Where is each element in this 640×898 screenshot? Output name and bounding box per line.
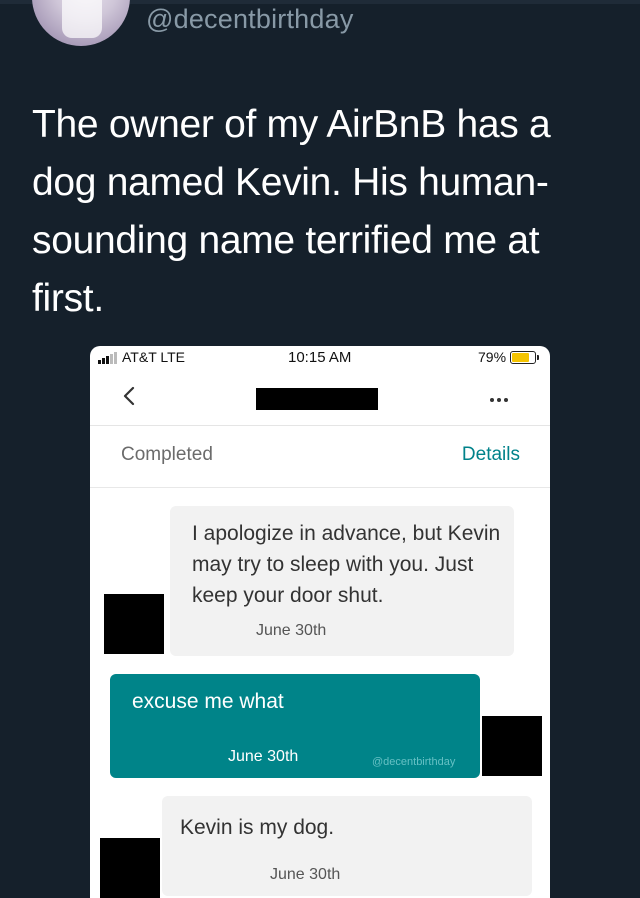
carrier-label: AT&T LTE	[122, 349, 186, 365]
avatar-figure	[62, 0, 102, 38]
watermark: @decentbirthday	[372, 756, 456, 768]
redacted-host-avatar	[100, 838, 160, 898]
message-bubble-host-1: I apologize in advance, but Kevin may tr…	[170, 506, 514, 656]
message-date: June 30th	[256, 622, 327, 639]
reservation-status-row	[90, 426, 550, 488]
battery-fill	[512, 353, 530, 362]
user-handle[interactable]: @decentbirthday	[146, 4, 354, 35]
battery-percent: 79%	[478, 349, 507, 365]
message-text: excuse me what	[132, 690, 284, 713]
embedded-screenshot[interactable]: AT&T LTE 10:15 AM 79% I apologize in adv…	[90, 346, 550, 898]
ellipsis-icon[interactable]	[490, 398, 508, 402]
clock: 10:15 AM	[288, 349, 352, 366]
message-bubble-guest: excuse me what June 30th @decentbirthday	[110, 674, 480, 778]
message-date: June 30th	[228, 748, 299, 765]
phone-status-bar: AT&T LTE 10:15 AM 79%	[90, 346, 550, 370]
redacted-guest-avatar	[482, 716, 542, 776]
conversation-nav-bar	[90, 370, 550, 426]
chevron-left-icon[interactable]	[118, 384, 142, 408]
message-date: June 30th	[270, 866, 341, 883]
avatar[interactable]	[32, 0, 130, 46]
message-text: Kevin is my dog.	[180, 816, 335, 839]
signal-icon	[98, 352, 117, 364]
redacted-host-avatar	[104, 594, 164, 654]
battery-tip	[537, 355, 539, 360]
battery-icon	[510, 351, 536, 364]
message-bubble-host-2: Kevin is my dog. June 30th	[162, 796, 532, 896]
message-text: I apologize in advance, but Kevin may tr…	[192, 522, 501, 607]
tweet-text: The owner of my AirBnB has a dog named K…	[32, 103, 551, 320]
